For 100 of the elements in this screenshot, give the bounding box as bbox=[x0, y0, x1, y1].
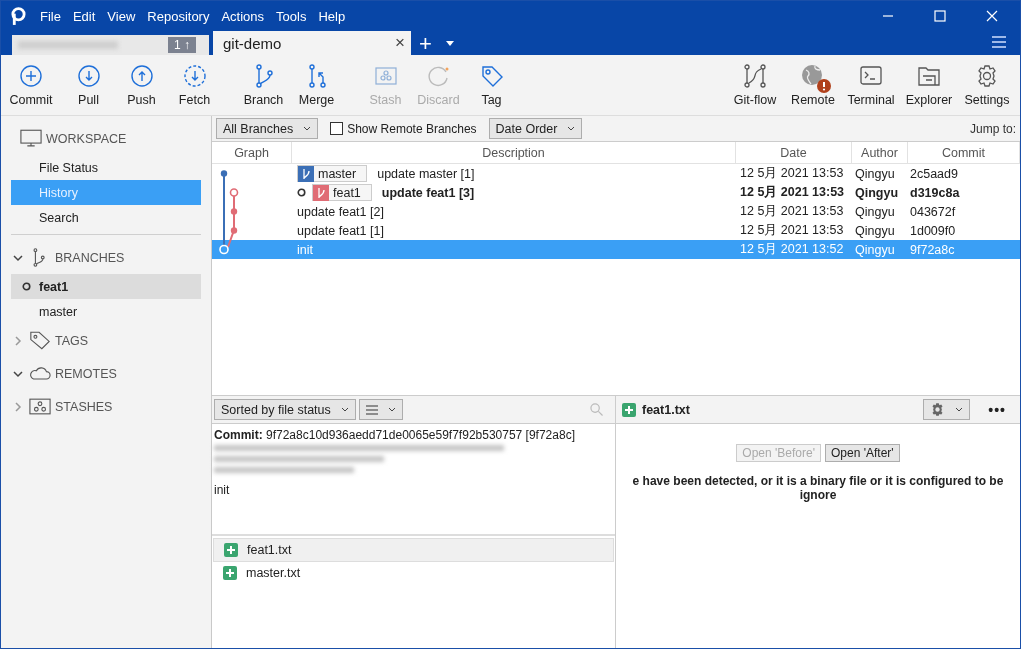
file-list-item[interactable]: master.txt bbox=[213, 562, 614, 584]
stash-box-icon bbox=[29, 397, 51, 416]
branch-label[interactable]: master bbox=[297, 165, 368, 182]
chevron-down-icon[interactable] bbox=[13, 368, 23, 379]
branch-label[interactable]: feat1 bbox=[312, 184, 372, 201]
toolbar-button[interactable]: Tag bbox=[465, 63, 518, 107]
sidebar-item[interactable]: master bbox=[11, 299, 201, 324]
toolbar-button[interactable]: Commit bbox=[5, 63, 57, 107]
date-cell-text: 12 5月 2021 13:52 bbox=[739, 241, 845, 258]
commit-message: update master [1] bbox=[377, 166, 475, 181]
menu-icon[interactable] bbox=[992, 36, 1006, 48]
caret-icon bbox=[303, 126, 312, 131]
toolbar-button[interactable]: Terminal bbox=[842, 63, 900, 107]
toolbar-button[interactable]: Pull bbox=[62, 63, 115, 107]
up-arrow-circle-icon bbox=[129, 63, 154, 88]
chevron-right-icon[interactable] bbox=[13, 335, 23, 346]
toolbar-button[interactable]: Git-flow bbox=[726, 63, 784, 107]
sidebar-section-title[interactable]: BRANCHES bbox=[55, 250, 125, 265]
chevron-right-icon[interactable] bbox=[13, 401, 23, 412]
show-remote-checkbox[interactable]: Show Remote Branches bbox=[330, 121, 477, 136]
column-header[interactable]: Description bbox=[292, 142, 736, 163]
sidebar-item[interactable]: File Status bbox=[11, 155, 201, 180]
menu-item[interactable]: Tools bbox=[276, 8, 307, 24]
toolbar-button[interactable]: Fetch bbox=[168, 63, 221, 107]
options-dropdown[interactable] bbox=[923, 399, 971, 420]
cloud-icon bbox=[29, 364, 51, 383]
app-logo-icon bbox=[11, 6, 26, 26]
menu-item[interactable]: Repository bbox=[147, 8, 210, 24]
toolbar-button[interactable]: Push bbox=[115, 63, 168, 107]
commit-hash-cell-text: d319c8a bbox=[909, 185, 961, 200]
commit-row[interactable]: master update master [1] 12 5月 2021 13:53 Qingyu 2c5aad9 bbox=[212, 164, 1020, 183]
column-header[interactable]: Author bbox=[852, 142, 908, 163]
close-icon[interactable] bbox=[986, 10, 998, 22]
order-dropdown[interactable]: Date Order bbox=[488, 118, 583, 139]
branch-filter-dropdown[interactable]: All Branches bbox=[216, 118, 319, 139]
commit-message: update feat1 [2] bbox=[297, 204, 384, 219]
commit-message: init bbox=[214, 483, 231, 497]
tab-close-button[interactable]: × bbox=[395, 33, 405, 53]
menu-item[interactable]: Actions bbox=[221, 8, 265, 24]
view-mode-dropdown[interactable] bbox=[358, 399, 403, 420]
tag-icon bbox=[479, 63, 504, 88]
maximize-icon[interactable] bbox=[934, 10, 946, 22]
author-cell-text: Qingyu bbox=[854, 223, 896, 238]
file-list-item[interactable]: feat1.txt bbox=[213, 538, 614, 562]
sidebar-section-title[interactable]: REMOTES bbox=[55, 366, 117, 381]
tab-label: git-demo bbox=[223, 34, 283, 52]
commit-row[interactable]: update feat1 [2] 12 5月 2021 13:53 Qingyu 043672f bbox=[212, 202, 1020, 221]
repository-tab[interactable]: git-demo × bbox=[213, 31, 411, 55]
repository-tab[interactable]: 1 ↑ bbox=[12, 35, 209, 55]
commit-hash-line: Commit: 9f72a8c10d936aedd71de0065e59f7f92b530757 [9f72a8c] bbox=[214, 428, 576, 442]
head-marker-icon bbox=[297, 188, 306, 197]
menu-item[interactable]: Help bbox=[318, 8, 346, 24]
menu-item[interactable]: File bbox=[40, 8, 61, 24]
plus-circle-icon bbox=[19, 63, 43, 88]
sidebar-item[interactable]: feat1 bbox=[11, 274, 201, 299]
commit-message: init bbox=[297, 242, 313, 257]
commit-hash-cell-text: 2c5aad9 bbox=[909, 166, 959, 181]
new-tab-button[interactable]: + bbox=[419, 33, 432, 55]
toolbar-button[interactable]: Remote bbox=[784, 63, 842, 107]
author-cell-text: Qingyu bbox=[854, 185, 900, 200]
column-header[interactable]: Commit bbox=[908, 142, 1020, 163]
flow-icon bbox=[743, 63, 767, 88]
caret-icon bbox=[567, 126, 576, 131]
globe-icon bbox=[801, 63, 825, 88]
sidebar-section-title[interactable]: WORKSPACE bbox=[46, 131, 127, 146]
chevron-down-icon[interactable] bbox=[13, 252, 23, 263]
file-added-icon bbox=[223, 566, 237, 580]
open-file-button[interactable]: Open 'After' bbox=[825, 444, 900, 462]
commit-message: update feat1 [1] bbox=[297, 223, 384, 238]
sidebar-section-title[interactable]: STASHES bbox=[55, 399, 113, 414]
sort-dropdown[interactable]: Sorted by file status bbox=[214, 399, 356, 420]
toolbar-button[interactable]: Merge bbox=[290, 63, 343, 107]
date-cell-text: 12 5月 2021 13:53 bbox=[739, 165, 845, 182]
column-header[interactable]: Graph bbox=[212, 142, 292, 163]
column-header[interactable]: Date bbox=[736, 142, 852, 163]
dashed-down-arrow-circle-icon bbox=[182, 63, 207, 88]
menu-item[interactable]: View bbox=[107, 8, 136, 24]
down-arrow-circle-icon bbox=[76, 63, 101, 88]
sidebar-item[interactable]: Search bbox=[11, 205, 201, 230]
current-branch-icon bbox=[22, 282, 31, 291]
author-cell-text: Qingyu bbox=[854, 204, 896, 219]
diff-file-name: feat1.txt bbox=[642, 402, 690, 417]
dropdown-caret-icon[interactable] bbox=[445, 41, 454, 46]
file-added-icon bbox=[622, 402, 636, 417]
list-icon bbox=[365, 404, 378, 415]
toolbar-button[interactable]: Explorer bbox=[900, 63, 958, 107]
toolbar-button[interactable]: Settings bbox=[958, 63, 1016, 107]
menu-item[interactable]: Edit bbox=[72, 8, 96, 24]
date-cell-text: 12 5月 2021 13:53 bbox=[739, 203, 845, 220]
commit-hash-cell-text: 043672f bbox=[909, 204, 957, 219]
commit-hash-cell-text: 1d009f0 bbox=[909, 223, 957, 238]
commit-row[interactable]: update feat1 [1] 12 5月 2021 13:53 Qingyu 1d009f0 bbox=[212, 221, 1020, 240]
sidebar-section-title[interactable]: TAGS bbox=[55, 333, 89, 348]
commit-row[interactable]: feat1 update feat1 [3] 12 5月 2021 13:53 Qingyu d319c8a bbox=[212, 183, 1020, 202]
file-added-icon bbox=[224, 543, 238, 557]
jump-to-label: Jump to: bbox=[969, 121, 1016, 136]
toolbar-button[interactable]: Branch bbox=[237, 63, 290, 107]
more-button[interactable]: ••• bbox=[988, 401, 1006, 418]
date-cell-text: 12 5月 2021 13:53 bbox=[739, 222, 845, 239]
caret-icon bbox=[955, 407, 964, 412]
